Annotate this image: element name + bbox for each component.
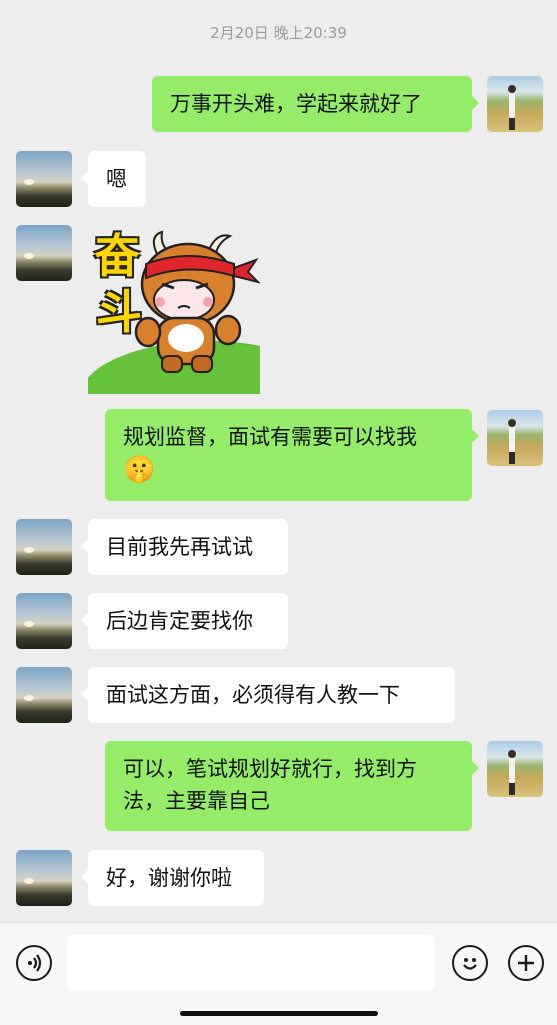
timestamp: 2月20日 晚上20:39 — [210, 24, 347, 42]
message-text: 好，谢谢你啦 — [106, 866, 232, 890]
message-input[interactable] — [67, 935, 435, 991]
sticker-text-top: 奋 — [94, 229, 140, 283]
home-indicator — [180, 1011, 378, 1016]
message-bubble[interactable]: 嗯 — [81, 151, 146, 207]
contact-avatar[interactable] — [16, 593, 72, 649]
contact-avatar[interactable] — [16, 667, 72, 723]
message-bubble[interactable]: 面试这方面，必须得有人教一下 — [81, 667, 455, 723]
shush-emoji-icon: 🤫 — [123, 455, 156, 485]
message-bubble[interactable]: 目前我先再试试 — [81, 519, 288, 575]
message-text: 面试这方面，必须得有人教一下 — [106, 683, 400, 707]
emoji-icon[interactable] — [452, 945, 488, 981]
self-avatar[interactable] — [487, 741, 543, 797]
self-avatar[interactable] — [487, 410, 543, 466]
contact-avatar[interactable] — [16, 850, 72, 906]
sticker-text-bottom: 斗 — [96, 285, 142, 339]
contact-avatar[interactable] — [16, 151, 72, 207]
message-text: 规划监督，面试有需要可以找我 — [123, 425, 417, 449]
message-bubble[interactable]: 可以，笔试规划好就行，找到方法，主要靠自己 — [105, 741, 479, 831]
voice-icon[interactable] — [16, 945, 52, 981]
sticker-message[interactable]: 奋 斗 — [88, 226, 260, 394]
message-text: 可以，笔试规划好就行，找到方法，主要靠自己 — [123, 757, 417, 813]
message-text: 目前我先再试试 — [106, 535, 253, 559]
message-bubble[interactable]: 规划监督，面试有需要可以找我 🤫 — [105, 409, 479, 501]
plus-icon[interactable] — [508, 945, 544, 981]
contact-avatar[interactable] — [16, 519, 72, 575]
message-text: 后边肯定要找你 — [106, 609, 253, 633]
message-bubble[interactable]: 万事开头难，学起来就好了 — [152, 76, 479, 132]
message-text: 万事开头难，学起来就好了 — [170, 92, 422, 116]
message-bubble[interactable]: 好，谢谢你啦 — [81, 850, 264, 906]
message-text: 嗯 — [106, 167, 127, 191]
contact-avatar[interactable] — [16, 225, 72, 281]
message-bubble[interactable]: 后边肯定要找你 — [81, 593, 288, 649]
chat-input-bar — [0, 922, 557, 1025]
self-avatar[interactable] — [487, 76, 543, 132]
